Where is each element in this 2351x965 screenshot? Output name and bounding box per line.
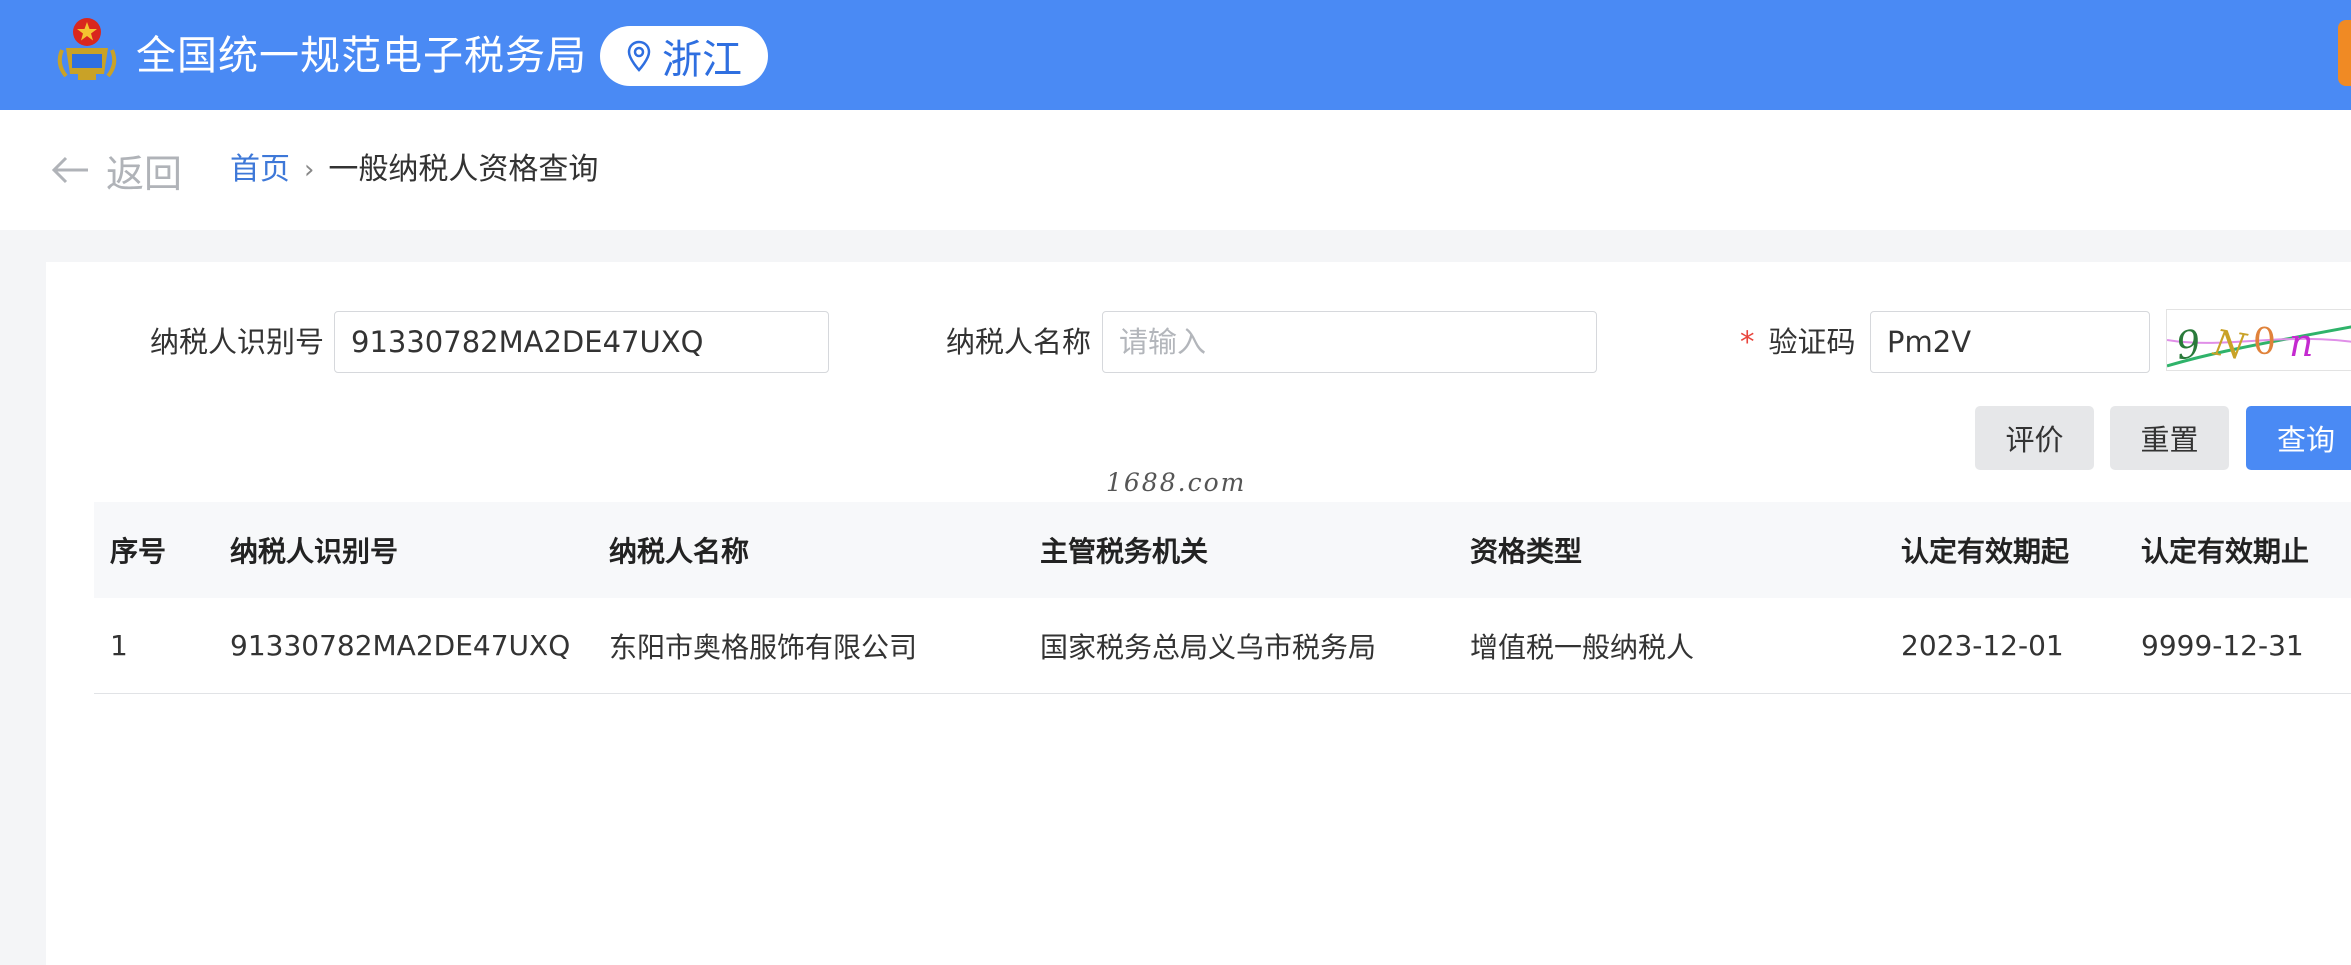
back-button[interactable]: 返回 [50, 144, 182, 196]
svg-text:0: 0 [2253, 322, 2276, 363]
captcha-label: * 验证码 [1740, 311, 1856, 373]
svg-text:N: N [2210, 322, 2251, 368]
taxpayer-id-label: 纳税人识别号 [150, 325, 325, 359]
region-selector[interactable]: 浙江 [600, 26, 768, 86]
captcha-graphic: 9 N 0 n [2167, 321, 2351, 369]
breadcrumb-home-link[interactable]: 首页 [230, 150, 290, 190]
reset-button[interactable]: 重置 [2110, 406, 2229, 470]
captcha-input[interactable] [1870, 311, 2150, 373]
column-header-index: 序号 [110, 535, 167, 568]
cell-index: 1 [110, 629, 128, 662]
location-pin-icon [627, 40, 651, 72]
query-button[interactable]: 查询 [2246, 406, 2351, 470]
column-header-taxpayer-id: 纳税人识别号 [230, 535, 399, 568]
back-label: 返回 [106, 151, 183, 196]
breadcrumb-current: 一般纳税人资格查询 [328, 152, 599, 187]
cell-taxpayer-id: 91330782MA2DE47UXQ [230, 629, 571, 662]
site-title: 全国统一规范电子税务局 [136, 33, 587, 79]
navigation-bar: 返回 首页 › 一般纳税人资格查询 [0, 110, 2351, 230]
taxpayer-id-input[interactable] [334, 311, 829, 373]
cell-qualification-type: 增值税一般纳税人 [1470, 630, 1695, 664]
cell-valid-to: 9999-12-31 [2141, 629, 2304, 662]
arrow-left-icon [51, 156, 88, 184]
evaluate-button[interactable]: 评价 [1975, 406, 2094, 470]
table-header: 序号 纳税人识别号 纳税人名称 主管税务机关 资格类型 认定有效期起 认定有效期… [94, 502, 2351, 599]
header-action-button[interactable] [2338, 20, 2351, 86]
cell-taxpayer-name: 东阳市奥格服饰有限公司 [609, 630, 918, 664]
required-mark: * [1740, 325, 1755, 359]
captcha-image[interactable]: 9 N 0 n [2166, 309, 2351, 371]
column-header-taxpayer-name: 纳税人名称 [609, 535, 750, 568]
svg-text:n: n [2289, 321, 2313, 365]
column-header-qualification-type: 资格类型 [1470, 535, 1583, 568]
table-row: 1 91330782MA2DE47UXQ 东阳市奥格服饰有限公司 国家税务总局义… [94, 598, 2351, 694]
region-label: 浙江 [662, 37, 742, 83]
breadcrumb: 首页 › 一般纳税人资格查询 [230, 150, 598, 190]
captcha-label-text: 验证码 [1768, 325, 1856, 359]
column-header-valid-from: 认定有效期起 [1901, 535, 2070, 568]
cell-valid-from: 2023-12-01 [1901, 629, 2064, 662]
svg-text:9: 9 [2173, 321, 2203, 368]
top-header: 全国统一规范电子税务局 浙江 [0, 0, 2351, 110]
taxpayer-name-label: 纳税人名称 [946, 325, 1092, 359]
tax-emblem-icon [57, 18, 117, 80]
column-header-tax-authority: 主管税务机关 [1040, 535, 1209, 568]
taxpayer-name-input[interactable] [1102, 311, 1597, 373]
column-header-valid-to: 认定有效期止 [2141, 535, 2310, 568]
watermark: 1688.com [1106, 468, 1247, 497]
breadcrumb-separator: › [304, 155, 315, 185]
cell-tax-authority: 国家税务总局义乌市税务局 [1040, 630, 1377, 664]
